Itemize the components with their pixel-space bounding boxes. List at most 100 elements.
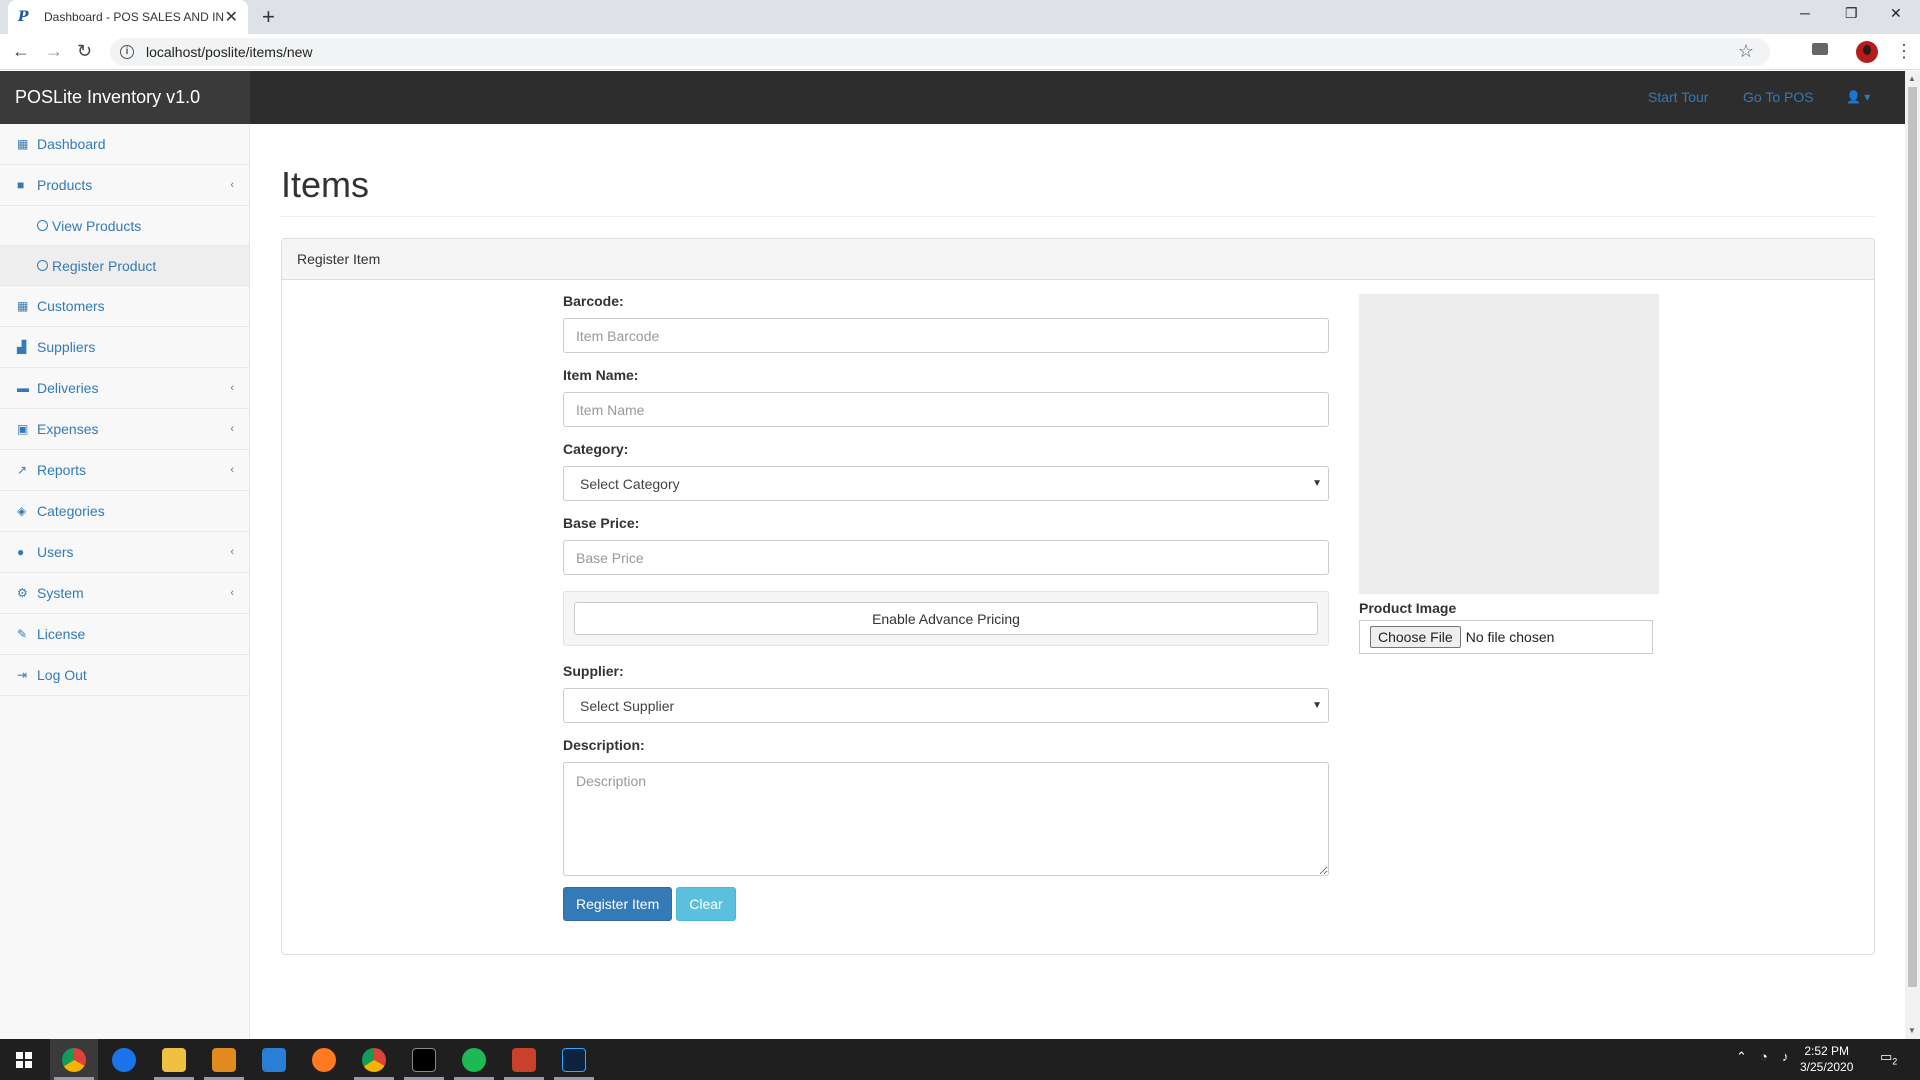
network-icon[interactable]: ◔ [1760,1049,1768,1064]
reload-icon[interactable]: ↻ [77,42,92,60]
choose-file-button[interactable]: Choose File [1370,626,1461,648]
file-explorer-icon[interactable] [162,1048,186,1072]
new-tab-icon[interactable]: + [262,6,275,28]
description-label: Description: [563,737,645,753]
browser-toolbar: ← → ↻ i localhost/poslite/items/new ☆ ⋮ [0,34,1920,70]
profile-avatar[interactable] [1856,41,1878,63]
circle-icon [37,220,48,231]
chrome-icon[interactable] [362,1048,386,1072]
vscode-icon[interactable] [262,1048,286,1072]
category-label: Category: [563,441,629,457]
sidebar-item-label: System [37,585,84,601]
sidebar-item-label: Register Product [52,257,157,274]
register-item-button[interactable]: Register Item [563,887,673,921]
browser-tab[interactable]: P Dashboard - POS SALES AND IN ✕ [8,0,248,34]
volume-icon[interactable]: ♪ [1782,1049,1789,1064]
sidebar-item-label: License [37,626,86,642]
category-select[interactable]: Select Category ▼ [563,466,1329,501]
sidebar-item-label: Users [37,544,74,560]
item-name-label: Item Name: [563,367,639,383]
address-bar[interactable]: i localhost/poslite/items/new ☆ [110,38,1770,66]
enable-advance-pricing-button[interactable]: Enable Advance Pricing [574,602,1318,635]
scroll-thumb[interactable] [1908,87,1917,987]
sidebar-item-label: View Products [52,217,142,234]
sidebar-item-label: Suppliers [37,339,96,355]
sidebar-item-categories[interactable]: ◈ Categories [0,491,249,532]
powerpoint-icon[interactable] [512,1048,536,1072]
description-textarea[interactable] [563,762,1329,876]
caret-down-icon: ▼ [1312,478,1322,489]
clock-time: 2:52 PM [1804,1044,1850,1058]
close-window-icon[interactable]: ✕ [1890,5,1902,22]
user-dropdown[interactable]: 👤 ▾ [1846,71,1870,124]
caret-down-icon: ▼ [1312,700,1322,711]
sidebar-item-label: Customers [37,298,105,314]
close-tab-icon[interactable]: ✕ [225,7,238,27]
sidebar-item-view-products[interactable]: View Products [0,206,249,246]
start-tour-link[interactable]: Start Tour [1648,71,1708,124]
brand-title[interactable]: POSLite Inventory v1.0 [0,71,250,124]
supplier-select[interactable]: Select Supplier ▼ [563,688,1329,723]
barcode-input[interactable] [563,318,1329,353]
sidebar-item-log-out[interactable]: ⇥ Log Out [0,655,249,696]
panel-heading: Register Item [282,239,1874,280]
tray-chevron-up-icon[interactable]: ⌃ [1736,1049,1747,1065]
users-icon: ● [17,545,25,559]
chrome-icon[interactable] [62,1048,86,1072]
sidebar-item-license[interactable]: ✎ License [0,614,249,655]
sidebar-item-label: Reports [37,462,87,478]
edge-icon[interactable] [112,1048,136,1072]
caret-down-icon: ▾ [1864,90,1871,104]
bar-chart-icon: ▟ [17,340,27,354]
forward-icon[interactable]: → [45,42,63,60]
sidebar-item-label: Categories [37,503,105,519]
sidebar-item-expenses[interactable]: ▣ Expenses ‹ [0,409,249,450]
advance-pricing-well: Enable Advance Pricing [563,591,1329,646]
spotify-icon[interactable] [462,1048,486,1072]
sidebar-item-customers[interactable]: ▦ Customers [0,286,249,327]
clear-button[interactable]: Clear [676,887,736,921]
taskbar-clock[interactable]: 2:52 PM 3/25/2020 [1800,1043,1853,1075]
sublime-text-icon[interactable] [212,1048,236,1072]
menu-kebab-icon[interactable]: ⋮ [1895,41,1913,62]
sidebar-item-products[interactable]: ■ Products ‹ [0,165,249,206]
table-icon: ▦ [17,299,29,313]
item-name-input[interactable] [563,392,1329,427]
terminal-icon[interactable] [412,1048,436,1072]
product-image-file-input[interactable]: Choose File No file chosen [1359,620,1653,654]
firefox-icon[interactable] [312,1048,336,1072]
truck-icon: ▬ [17,381,29,395]
photoshop-icon[interactable] [562,1048,586,1072]
sidebar-item-reports[interactable]: ↗ Reports ‹ [0,450,249,491]
scroll-up-icon[interactable]: ▲ [1908,74,1916,83]
scroll-down-icon[interactable]: ▼ [1908,1026,1916,1035]
sidebar-item-label: Dashboard [37,136,106,152]
sidebar-item-label: Log Out [37,667,87,683]
go-to-pos-link[interactable]: Go To POS [1743,71,1814,124]
page-title: Items [281,164,370,205]
minimize-icon[interactable]: ─ [1800,5,1810,21]
windows-start-icon[interactable] [16,1052,32,1068]
back-icon[interactable]: ← [12,42,30,60]
chevron-left-icon: ‹ [230,423,234,435]
page-scrollbar[interactable]: ▲ ▼ [1905,71,1920,1039]
url-text: localhost/poslite/items/new [146,44,313,60]
sidebar-item-register-product[interactable]: Register Product [0,246,249,286]
notifications-icon[interactable]: ▭2 [1880,1049,1897,1067]
base-price-input[interactable] [563,540,1329,575]
sidebar-item-system[interactable]: ⚙ System ‹ [0,573,249,614]
chevron-left-icon: ‹ [230,587,234,599]
info-icon[interactable]: i [120,45,134,59]
camera-icon[interactable] [1812,43,1828,55]
title-divider [281,216,1875,217]
bookmark-star-icon[interactable]: ☆ [1738,41,1754,62]
sidebar-item-users[interactable]: ● Users ‹ [0,532,249,573]
sidebar-item-suppliers[interactable]: ▟ Suppliers [0,327,249,368]
file-status-text: No file chosen [1465,629,1555,645]
windows-taskbar: ⌃ ◔ ♪ 2:52 PM 3/25/2020 ▭2 [0,1039,1920,1080]
sidebar-item-dashboard[interactable]: ▦ Dashboard [0,124,249,165]
circle-icon [37,260,48,271]
restore-icon[interactable]: ❐ [1845,5,1858,22]
form-actions: Register Item Clear [563,887,1329,921]
sidebar-item-deliveries[interactable]: ▬ Deliveries ‹ [0,368,249,409]
